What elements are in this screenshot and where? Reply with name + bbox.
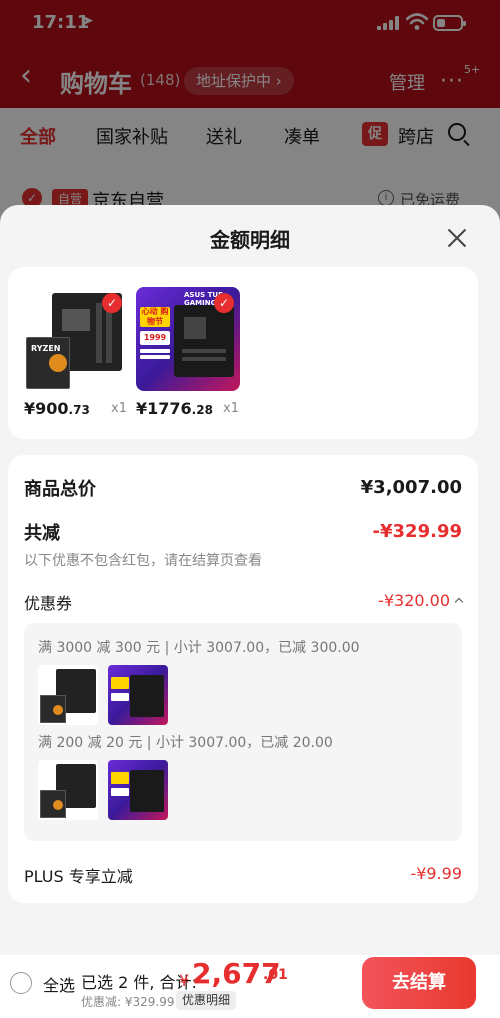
coupon-rule: 满 3000 减 300 元 | 小计 3007.00，已减 300.00 — [38, 640, 360, 656]
check-icon: ✓ — [102, 293, 122, 313]
coupon-products — [38, 665, 178, 725]
coupon-toggle[interactable]: -¥320.00 — [378, 591, 464, 610]
select-all-label[interactable]: 全选 — [43, 972, 75, 996]
coupon-detail-box: 满 3000 减 300 元 | 小计 3007.00，已减 300.00 满 … — [24, 623, 462, 841]
discount-value: -¥329.99 — [372, 521, 462, 542]
total-currency: ¥ — [179, 971, 190, 990]
product-price: ¥900.73 — [24, 399, 90, 418]
total-amount-decimal: .01 — [263, 967, 288, 983]
product-quantity: x1 — [111, 401, 127, 416]
discount-label: 共减 — [24, 523, 60, 544]
plus-discount-value: -¥9.99 — [410, 864, 462, 883]
check-icon: ✓ — [214, 293, 234, 313]
product-thumbnail — [108, 760, 168, 820]
select-all-checkbox[interactable] — [10, 972, 32, 994]
product-thumbnail — [38, 760, 98, 820]
chevron-up-icon — [454, 597, 464, 607]
price-breakdown-card: 商品总价 ¥3,007.00 共减 -¥329.99 以下优惠不包含红包，请在结… — [8, 455, 478, 903]
product-image: ASUS TUF GAMING 心动 购物节 1999 ✓ — [136, 287, 240, 391]
total-price-label: 商品总价 — [24, 479, 96, 500]
product-quantity: x1 — [223, 401, 239, 416]
product-item[interactable]: RYZEN ✓ ¥900.73 x1 — [24, 287, 128, 418]
product-thumbnail — [108, 665, 168, 725]
checkout-button[interactable]: 去结算 — [362, 957, 476, 1009]
discount-detail-button[interactable]: 优惠明细 — [176, 991, 237, 1010]
plus-discount-label: PLUS 专享立减 — [24, 867, 133, 886]
coupon-label: 优惠券 — [24, 594, 73, 613]
close-icon[interactable] — [446, 227, 468, 249]
coupon-value: -¥320.00 — [378, 591, 450, 610]
amount-detail-sheet: 金额明细 RYZEN ✓ ¥900.73 x1 ASUS TUF GAMING … — [0, 205, 500, 955]
sheet-title: 金额明细 — [210, 228, 290, 252]
total-price-value: ¥3,007.00 — [360, 477, 462, 498]
selected-products-card: RYZEN ✓ ¥900.73 x1 ASUS TUF GAMING 心动 购物… — [8, 267, 478, 439]
discount-note: 以下优惠不包含红包，请在结算页查看 — [24, 553, 262, 569]
discount-summary: 优惠减: ¥329.99 — [81, 995, 175, 1009]
product-image: RYZEN ✓ — [24, 287, 128, 391]
product-price: ¥1776.28 — [136, 399, 213, 418]
coupon-products — [38, 760, 178, 820]
product-thumbnail — [38, 665, 98, 725]
coupon-rule: 满 200 减 20 元 | 小计 3007.00，已减 20.00 — [38, 735, 333, 751]
product-item[interactable]: ASUS TUF GAMING 心动 购物节 1999 ✓ ¥1776.28 x… — [136, 287, 240, 418]
checkout-bar: 全选 已选 2 件, 合计: ¥ 2,677 .01 优惠减: ¥329.99 … — [0, 955, 500, 1018]
